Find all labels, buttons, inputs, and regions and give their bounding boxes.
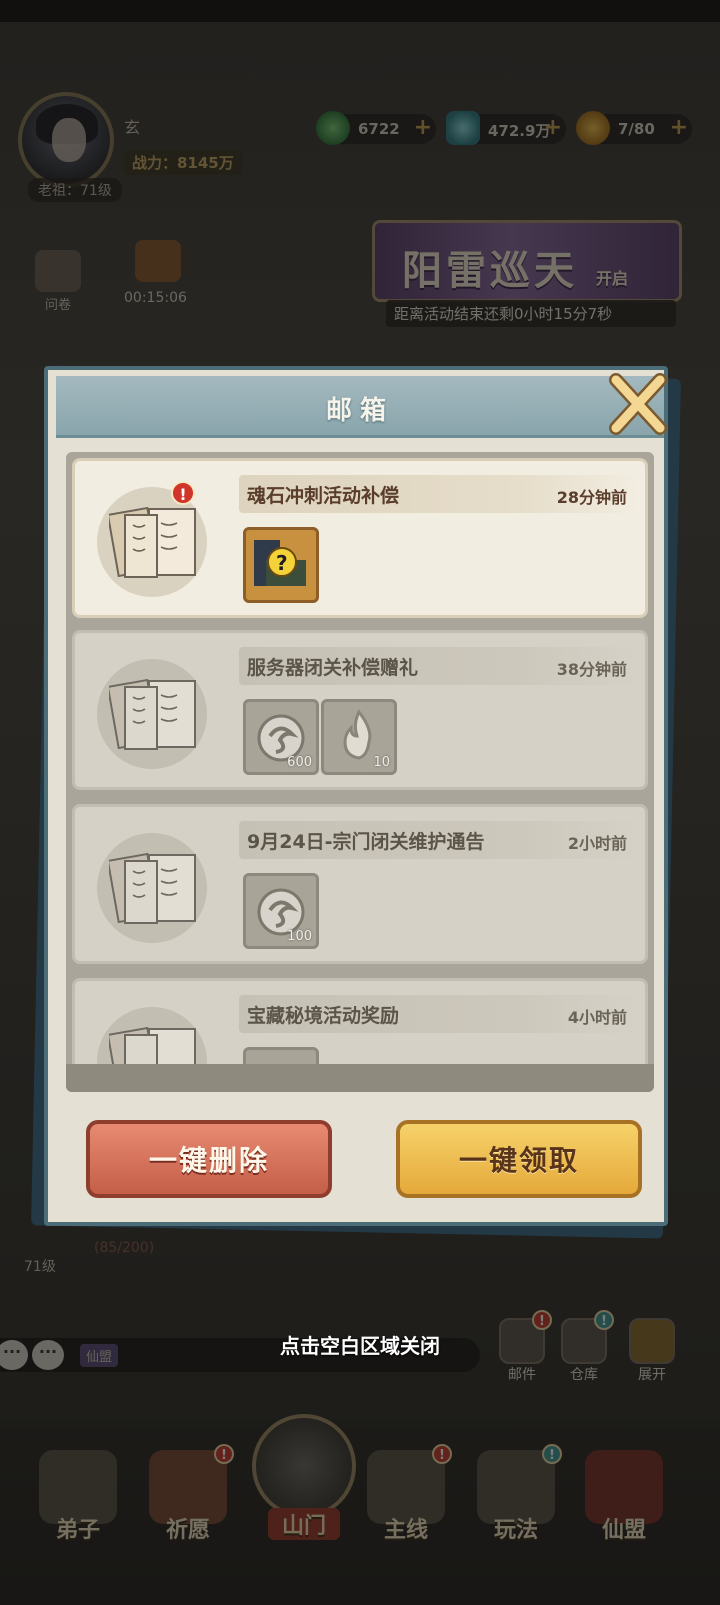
nav-label: 祈愿 bbox=[165, 1517, 210, 1543]
attachment-item[interactable]: 10 bbox=[321, 699, 397, 775]
mail-subject: 魂石冲刺活动补偿 bbox=[247, 485, 400, 507]
open-letter-icon bbox=[109, 852, 196, 924]
mail-list[interactable]: ! 魂石冲刺活动补偿 28分钟前 ? 服务器闭关补偿赠礼 38分钟前 600 1… bbox=[66, 452, 654, 1092]
delete-all-button[interactable]: 一键删除 bbox=[86, 1120, 332, 1198]
add-resource-button[interactable]: + bbox=[544, 116, 562, 140]
mail-time: 38分钟前 bbox=[556, 660, 627, 679]
attachment-qty: 600 bbox=[287, 755, 312, 770]
attachment-qty: 10 bbox=[373, 755, 390, 770]
add-resource-button[interactable]: + bbox=[670, 116, 688, 140]
scroll-icon bbox=[35, 250, 81, 292]
combat-power: 战力：8145万 bbox=[124, 150, 242, 175]
dialog-header: 邮箱 bbox=[56, 376, 664, 438]
nav-label: 玩法 bbox=[493, 1517, 538, 1543]
mystery-chest-icon: ? bbox=[254, 540, 306, 586]
status-bar bbox=[0, 0, 720, 22]
survey-label: 问卷 bbox=[44, 298, 71, 313]
resource-value: 6722 bbox=[358, 120, 400, 138]
treasure-event-button[interactable] bbox=[128, 240, 188, 284]
claim-all-button[interactable]: 一键领取 bbox=[396, 1120, 642, 1198]
energy-gourd-icon bbox=[576, 111, 610, 145]
mail-time: 2小时前 bbox=[567, 834, 627, 853]
mail-subject: 9月24日-宗门闭关维护通告 bbox=[247, 831, 485, 853]
expand-button-label: 展开 bbox=[638, 1367, 666, 1383]
mail-item[interactable]: 服务器闭关补偿赠礼 38分钟前 600 10 bbox=[72, 630, 648, 790]
treasure-chest-icon bbox=[135, 240, 181, 282]
svg-text:?: ? bbox=[276, 551, 288, 575]
mail-item[interactable]: ! 魂石冲刺活动补偿 28分钟前 ? bbox=[72, 458, 648, 618]
mail-button-label: 邮件 bbox=[508, 1367, 536, 1383]
nav-main-quest[interactable]: 主线 ! bbox=[356, 1444, 456, 1544]
mailbox-dialog: 邮箱 ! 魂石冲刺活动补偿 28分钟前 ? 服务器闭关补偿赠礼 38分钟前 60… bbox=[31, 362, 681, 1239]
mail-subject: 服务器闭关补偿赠礼 bbox=[247, 657, 419, 679]
event-countdown: 距离活动结束还剩0小时15分7秒 bbox=[386, 300, 676, 327]
resource-value: 472.9万 bbox=[488, 122, 551, 140]
nav-alliance[interactable]: 仙盟 bbox=[574, 1450, 674, 1544]
mail-icon-disc bbox=[97, 659, 207, 769]
warehouse-button-label: 仓库 bbox=[570, 1367, 598, 1383]
mail-attachments: 100 bbox=[243, 873, 321, 949]
resource-spirit-stone[interactable]: 472.9万 + bbox=[446, 111, 566, 145]
attachment-item[interactable]: ? bbox=[243, 527, 319, 603]
nav-label: 弟子 bbox=[55, 1517, 100, 1543]
event-title-text: 阳雷巡天 bbox=[402, 247, 578, 294]
close-button[interactable] bbox=[606, 372, 670, 436]
sect-gate-icon bbox=[252, 1414, 356, 1518]
player-avatar[interactable] bbox=[18, 92, 114, 188]
dialog-frame: 邮箱 ! 魂石冲刺活动补偿 28分钟前 ? 服务器闭关补偿赠礼 38分钟前 60… bbox=[44, 366, 668, 1226]
add-resource-button[interactable]: + bbox=[414, 116, 432, 140]
survey-button[interactable]: 问卷 bbox=[32, 250, 84, 313]
mail-attachments: ? bbox=[243, 527, 321, 603]
resource-value: 7/80 bbox=[618, 120, 655, 138]
tap-to-close-hint: 点击空白区域关闭 bbox=[280, 1334, 440, 1358]
player-name: 玄 bbox=[124, 118, 141, 137]
open-letter-icon bbox=[109, 678, 196, 750]
mail-time: 28分钟前 bbox=[556, 488, 627, 507]
attachment-item[interactable]: 600 bbox=[243, 699, 319, 775]
resource-energy[interactable]: 7/80 + bbox=[576, 111, 692, 145]
nav-disciples[interactable]: 弟子 bbox=[28, 1450, 128, 1544]
mail-icon-disc bbox=[97, 487, 207, 597]
nav-label: 仙盟 bbox=[601, 1517, 646, 1543]
event-title: 阳雷巡天 开启 bbox=[402, 238, 628, 296]
nav-gameplay[interactable]: 玩法 ! bbox=[466, 1444, 566, 1544]
notification-badge: ! bbox=[542, 1444, 562, 1464]
close-icon bbox=[609, 373, 667, 435]
bottom-exp: (85/200) bbox=[94, 1240, 155, 1256]
nav-label: 山门 bbox=[267, 1508, 340, 1540]
game-screen[interactable]: 玄 战力：8145万 老祖：71级 6722 + 472.9万 + 7/80 +… bbox=[0, 0, 720, 1605]
nav-wish[interactable]: 祈愿 ! bbox=[138, 1444, 238, 1544]
mail-subject: 宝藏秘境活动奖励 bbox=[247, 1005, 400, 1027]
list-bottom-strip bbox=[66, 1064, 654, 1092]
avatar-face bbox=[52, 118, 86, 162]
player-level: 老祖：71级 bbox=[28, 178, 122, 202]
nav-label: 主线 bbox=[383, 1517, 428, 1543]
resource-jade[interactable]: 6722 + bbox=[316, 111, 436, 145]
notification-badge: ! bbox=[594, 1310, 614, 1330]
notification-badge: ! bbox=[432, 1444, 452, 1464]
unread-alert-icon: ! bbox=[171, 481, 195, 505]
event-open-badge: 开启 bbox=[595, 269, 628, 288]
attachment-qty: 100 bbox=[287, 929, 312, 944]
notification-badge: ! bbox=[532, 1310, 552, 1330]
event-banner[interactable]: 阳雷巡天 开启 距离活动结束还剩0小时15分7秒 bbox=[372, 208, 682, 332]
nav-sect-gate[interactable]: 山门 bbox=[246, 1414, 362, 1540]
mail-attachments: 600 10 bbox=[243, 699, 399, 775]
open-letter-icon bbox=[109, 506, 196, 578]
event-timer: 00:15:06 bbox=[124, 290, 187, 306]
bottom-navigation: 弟子 祈愿 ! 山门 主线 ! 玩法 ! 仙盟 bbox=[0, 1414, 720, 1605]
mail-time: 4小时前 bbox=[567, 1008, 627, 1027]
attachment-item[interactable]: 100 bbox=[243, 873, 319, 949]
spirit-stone-icon bbox=[446, 111, 480, 145]
mail-icon-disc bbox=[97, 833, 207, 943]
dialog-title: 邮箱 bbox=[325, 396, 394, 426]
jade-coin-icon bbox=[316, 111, 350, 145]
mail-item[interactable]: 9月24日-宗门闭关维护通告 2小时前 100 bbox=[72, 804, 648, 964]
notification-badge: ! bbox=[214, 1444, 234, 1464]
bottom-level: 71级 bbox=[24, 1259, 56, 1275]
